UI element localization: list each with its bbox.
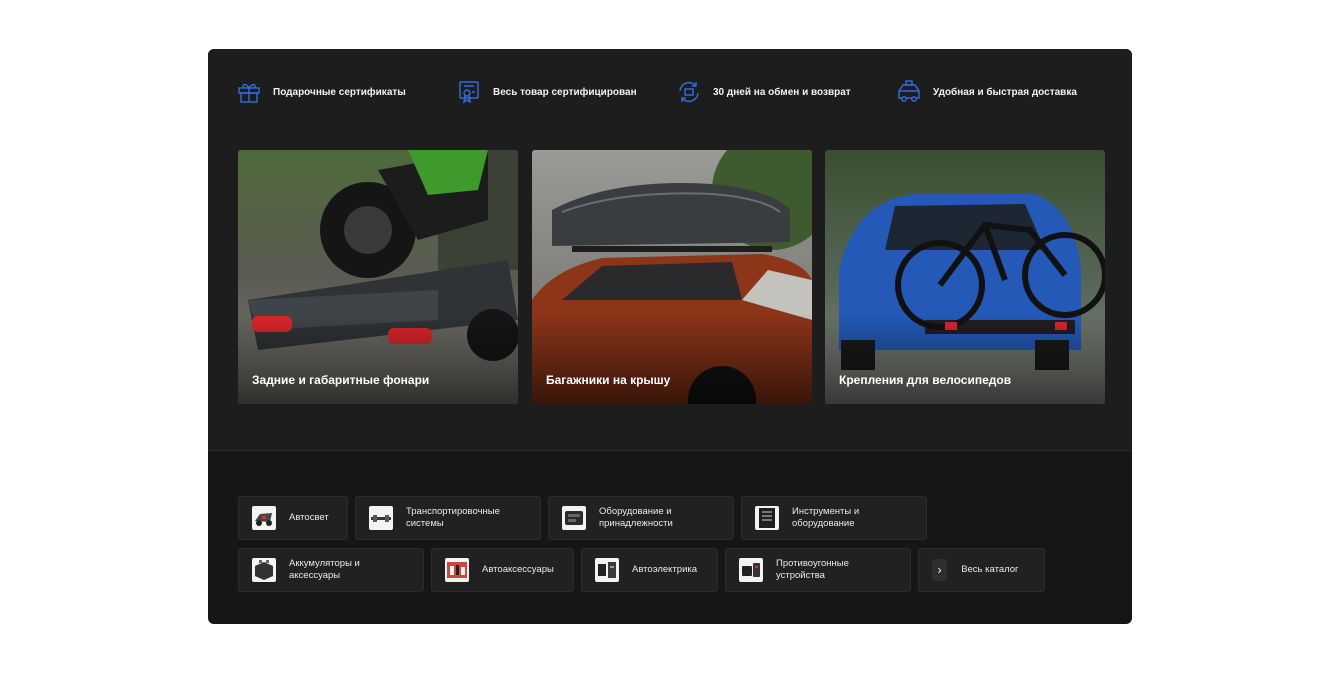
all-catalog-label: Весь каталог (961, 564, 1019, 575)
feature-certified-goods[interactable]: Весь товар сертифицирован (456, 79, 637, 105)
exchange-icon (679, 81, 699, 103)
feature-label: 30 дней на обмен и возврат (713, 86, 851, 98)
category-thumbnail (562, 506, 586, 530)
category-label: Инструменты и оборудование (792, 506, 860, 529)
category-thumbnail (252, 558, 276, 582)
category-thumbnail (445, 558, 469, 582)
feature-fast-delivery[interactable]: Удобная и быстрая доставка (896, 79, 1077, 105)
promo-card-title: Багажники на крышу (546, 373, 671, 387)
category-label: Транспортировочные системы (406, 506, 500, 529)
category-equipment-accessories[interactable]: Оборудование и принадлежности (548, 496, 734, 540)
feature-label: Подарочные сертификаты (273, 86, 406, 98)
category-thumbnail (252, 506, 276, 530)
promo-card-rear-lights[interactable]: Задние и габаритные фонари (238, 150, 518, 404)
category-auto-accessories[interactable]: Автоаксессуары (431, 548, 574, 592)
category-thumbnail (369, 506, 393, 530)
category-thumbnail (595, 558, 619, 582)
promo-card-bike-mounts[interactable]: Крепления для велосипедов (825, 150, 1105, 404)
promo-card-roof-racks[interactable]: Багажники на крышу (532, 150, 812, 404)
category-batteries[interactable]: Аккумуляторы и аксессуары (238, 548, 424, 592)
category-avtosvet[interactable]: Автосвет (238, 496, 348, 540)
catalog-panel: Подарочные сертификаты Весь товар сертиф… (208, 49, 1132, 624)
feature-gift-certificates[interactable]: Подарочные сертификаты (236, 79, 406, 105)
category-label: Противоугонные устройства (776, 558, 849, 581)
feature-exchange-return[interactable]: 30 дней на обмен и возврат (676, 79, 851, 105)
category-label: Автосвет (289, 512, 329, 523)
gift-icon (238, 83, 260, 103)
feature-label: Удобная и быстрая доставка (933, 86, 1077, 98)
category-label: Аккумуляторы и аксессуары (289, 558, 360, 581)
chevron-right-icon: › (932, 559, 948, 581)
category-anti-theft[interactable]: Противоугонные устройства (725, 548, 911, 592)
all-catalog-button[interactable]: › Весь каталог (918, 548, 1045, 592)
promo-card-title: Крепления для велосипедов (839, 373, 1012, 387)
category-label: Автоаксессуары (482, 564, 554, 575)
section-divider (208, 450, 1132, 451)
delivery-truck-icon (898, 80, 920, 102)
promo-card-title: Задние и габаритные фонари (252, 373, 430, 387)
category-label: Автоэлектрика (632, 564, 698, 575)
category-auto-electrics[interactable]: Автоэлектрика (581, 548, 718, 592)
category-transport-systems[interactable]: Транспортировочные системы (355, 496, 541, 540)
category-thumbnail (739, 558, 763, 582)
certificate-icon (459, 81, 479, 104)
category-label: Оборудование и принадлежности (599, 506, 673, 529)
category-thumbnail (755, 506, 779, 530)
features-and-promos-section: Подарочные сертификаты Весь товар сертиф… (208, 49, 1132, 450)
feature-label: Весь товар сертифицирован (493, 86, 637, 98)
category-tools-equipment[interactable]: Инструменты и оборудование (741, 496, 927, 540)
